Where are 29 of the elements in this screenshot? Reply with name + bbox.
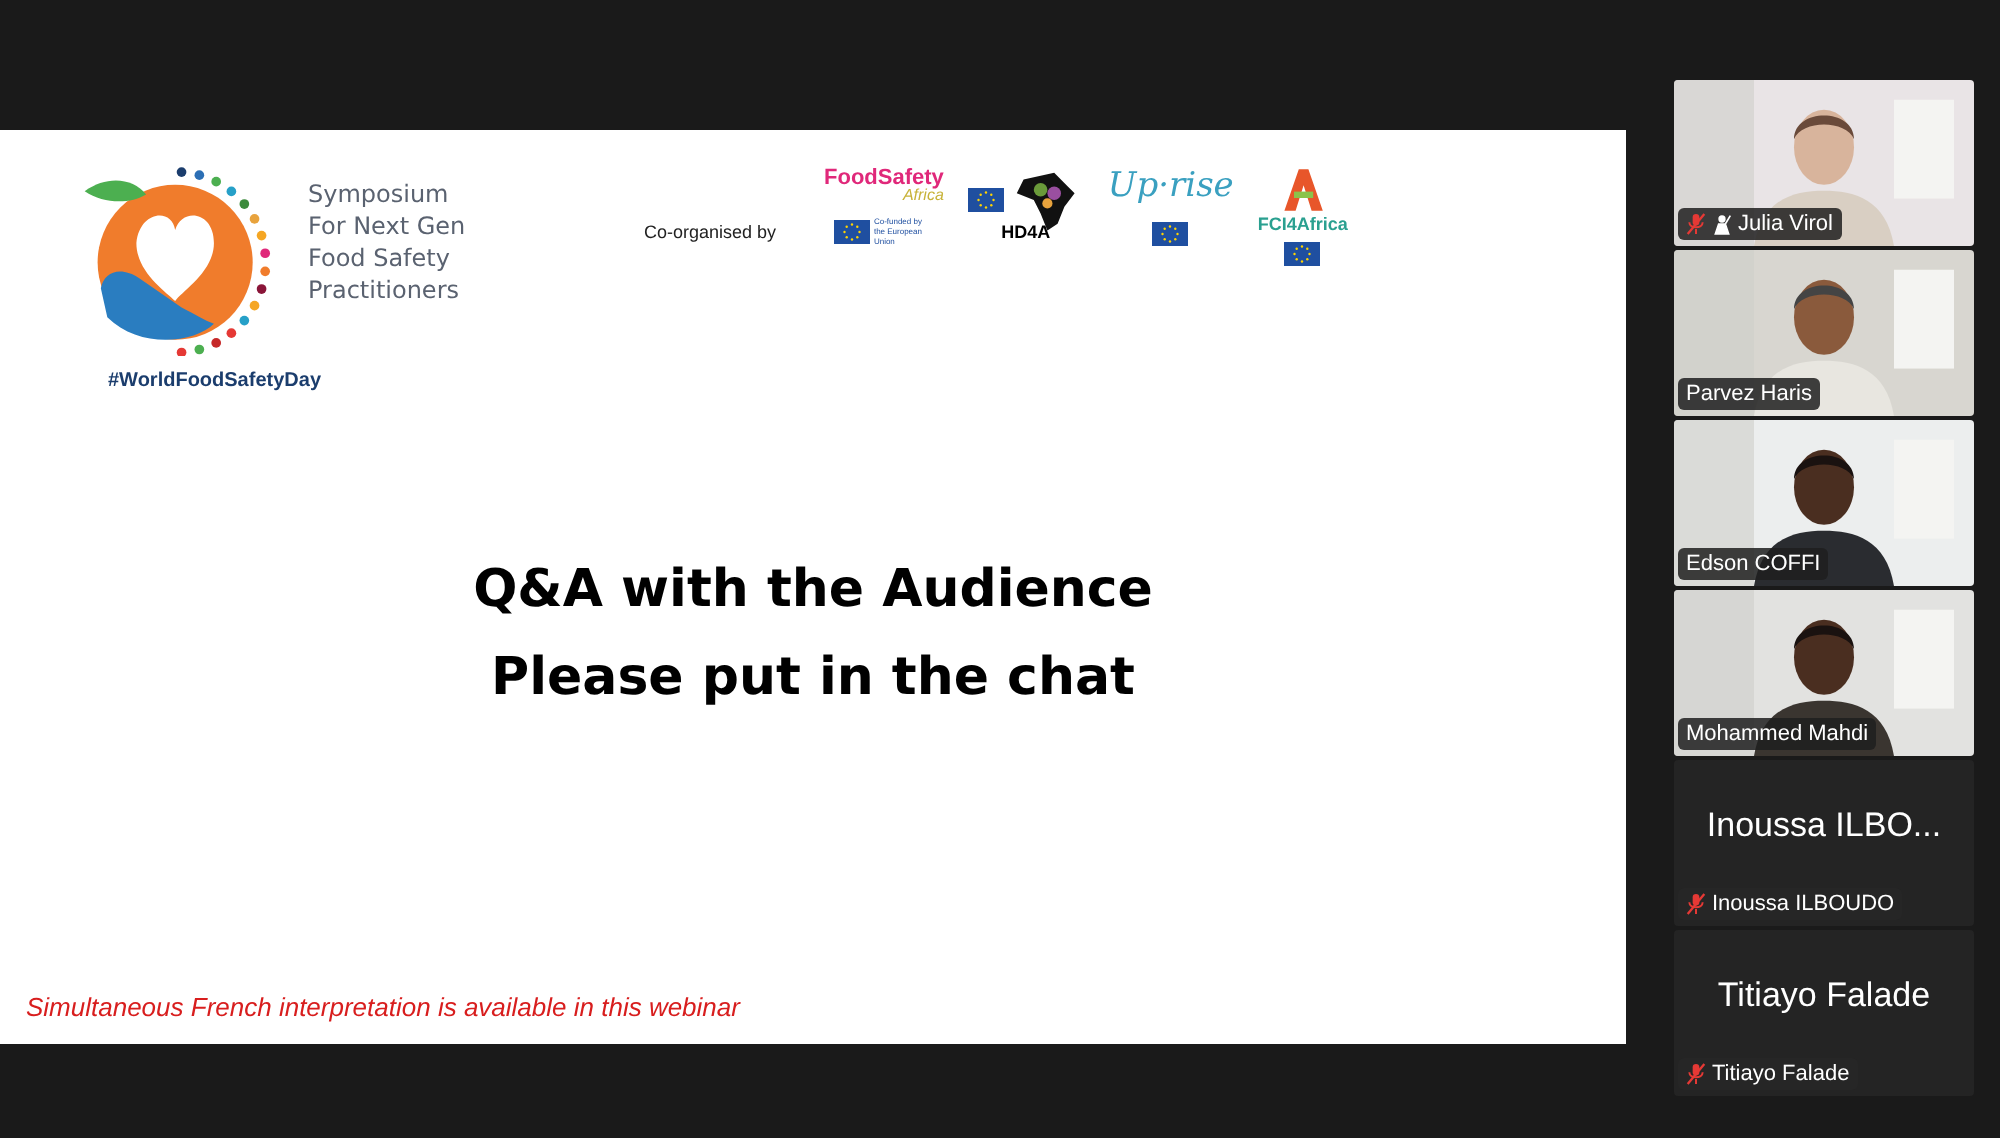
participant-tile[interactable]: Edson COFFI xyxy=(1674,420,1974,586)
letter-a-logo-icon xyxy=(1278,166,1327,214)
partner-logo-subtext: Africa xyxy=(902,186,944,204)
participant-name: Mohammed Mahdi xyxy=(1686,722,1869,746)
partner-logo-text: FCI4Africa xyxy=(1257,214,1348,234)
event-title: Symposium For Next Gen Food Safety Practitioners xyxy=(308,178,466,306)
participant-name: Edson COFFI xyxy=(1686,552,1821,576)
flag-icon xyxy=(1152,222,1189,246)
participant-tile[interactable]: Parvez Haris xyxy=(1674,250,1974,416)
partner-logo-text: HD4A xyxy=(1001,222,1051,242)
participant-tile[interactable]: Inoussa ILBO... Inoussa ILBOUDO xyxy=(1674,760,1974,926)
partner-logo-text: FoodSafety xyxy=(824,166,944,190)
participant-name: Julia Virol xyxy=(1738,212,1833,236)
partner-logo-text: Up·rise xyxy=(1107,166,1234,206)
flag-icon xyxy=(967,188,1004,212)
participant-name: Inoussa ILBOUDO xyxy=(1712,892,1895,916)
interpretation-note: Simultaneous French interpretation is available in this webinar xyxy=(26,992,740,1022)
participant-name: Parvez Haris xyxy=(1686,382,1812,406)
participant-display-name: Titiayo Falade xyxy=(1717,975,1931,1015)
flag-icon xyxy=(1284,242,1321,266)
participant-name: Titiayo Falade xyxy=(1712,1062,1850,1086)
slide-headline: Q&A with the Audience Please put in the chat xyxy=(471,558,1155,712)
hashtag: #WorldFoodSafetyDay xyxy=(108,370,321,392)
co-organised-label: Co-organised by xyxy=(644,222,777,242)
participant-tile[interactable]: Titiayo Falade Titiayo Falade xyxy=(1674,930,1974,1096)
participant-tile[interactable]: Julia Virol xyxy=(1674,80,1974,246)
flag-icon xyxy=(833,219,870,243)
participant-display-name: Inoussa ILBO... xyxy=(1706,805,1942,845)
participant-tile[interactable]: Mohammed Mahdi xyxy=(1674,590,1974,756)
